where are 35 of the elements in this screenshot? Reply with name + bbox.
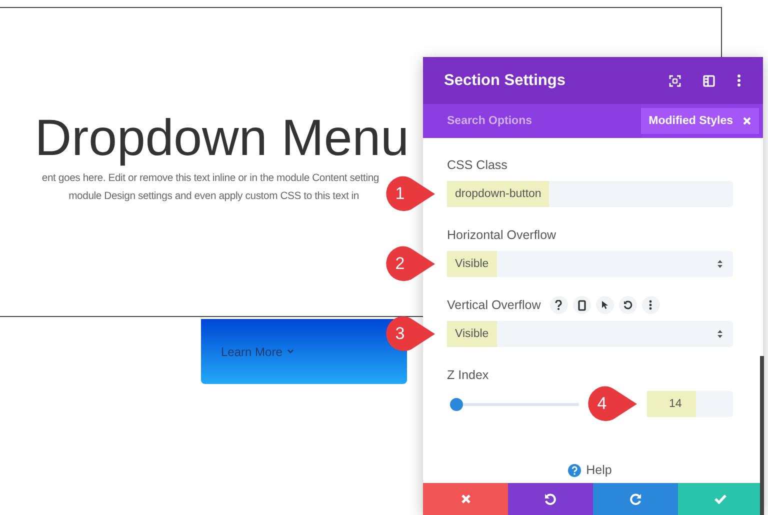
modified-styles-filter[interactable]: Modified Styles — [640, 108, 759, 134]
redo-icon — [629, 492, 642, 506]
number-field[interactable]: 14 — [647, 391, 733, 417]
scrollbar[interactable] — [760, 356, 764, 515]
sort-arrows-icon — [717, 259, 723, 269]
close-icon[interactable] — [743, 117, 751, 125]
save-button[interactable] — [678, 483, 763, 515]
focus-icon[interactable] — [669, 74, 681, 86]
help-link[interactable]: Help — [568, 463, 612, 477]
field-label: Vertical Overflow — [447, 298, 541, 312]
checkmark-icon — [714, 494, 727, 504]
slider-thumb[interactable] — [450, 398, 463, 410]
close-icon — [460, 494, 470, 504]
field-label: Z Index — [447, 368, 489, 382]
help-icon — [568, 464, 582, 476]
field-label: CSS Class — [447, 158, 508, 172]
css-class-field[interactable]: dropdown-button — [447, 181, 733, 207]
cursor-icon[interactable] — [596, 296, 614, 314]
more-options-icon[interactable] — [642, 296, 660, 314]
help-icon[interactable] — [550, 296, 568, 314]
panel-title: Section Settings — [444, 72, 566, 90]
sidebar-layout-icon[interactable] — [703, 74, 715, 86]
phone-icon[interactable] — [572, 296, 591, 314]
more-options-icon[interactable] — [737, 74, 741, 87]
undo-button[interactable] — [508, 483, 593, 515]
body-text: module Design settings and even apply custom CSS to this text in — [68, 190, 359, 204]
overflow-select[interactable]: Visible — [447, 321, 733, 347]
undo-icon — [544, 492, 557, 506]
body-text: ent goes here. Edit or remove this text inline or in the module Content setting — [42, 172, 379, 186]
overflow-select[interactable]: Visible — [447, 251, 733, 277]
sort-arrows-icon — [717, 329, 723, 339]
chevron-down-icon — [287, 349, 294, 354]
reset-icon[interactable] — [618, 296, 637, 314]
page-heading: Dropdown Menu — [34, 108, 409, 168]
field-label: Horizontal Overflow — [447, 228, 556, 242]
